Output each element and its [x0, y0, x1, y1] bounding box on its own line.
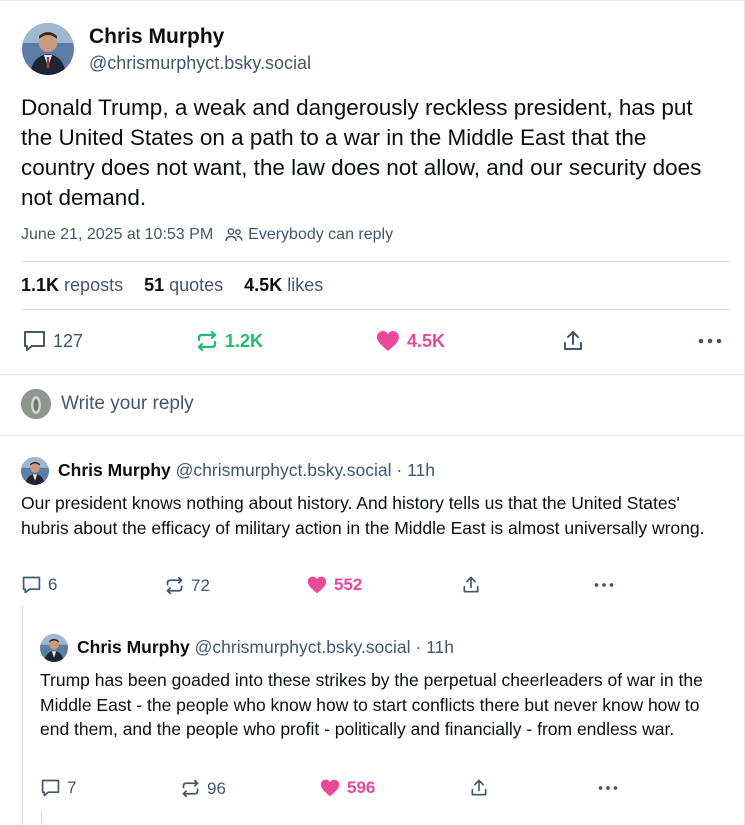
author-name[interactable]: Chris Murphy — [89, 25, 224, 49]
like-count: 596 — [347, 778, 376, 797]
likes-stat[interactable]: 4.5K likes — [244, 275, 323, 296]
reply-header: Chris Murphy @chrismurphyct.bsky.social … — [77, 637, 454, 658]
quotes-label: quotes — [169, 275, 224, 295]
reply-text: Trump has been goaded into these strikes… — [40, 670, 703, 739]
share-icon — [471, 779, 487, 796]
repost-button[interactable]: 1.2K — [195, 329, 263, 353]
reply-button[interactable]: 127 — [22, 329, 83, 353]
avatar[interactable] — [22, 23, 74, 75]
author-handle[interactable]: @chrismurphyct.bsky.social — [89, 53, 311, 74]
share-icon — [564, 331, 582, 350]
heart-icon — [377, 331, 399, 351]
post-stats: 1.1K reposts 51 quotes 4.5K likes — [21, 275, 344, 296]
reposts-label: reposts — [64, 275, 124, 295]
post-time[interactable]: · 11h — [396, 460, 435, 480]
divider — [21, 309, 731, 310]
reply-composer[interactable]: Write your reply — [0, 375, 744, 436]
share-icon — [463, 576, 479, 593]
comment-icon — [41, 779, 60, 797]
like-button[interactable]: 4.5K — [375, 329, 445, 353]
people-icon — [225, 228, 243, 242]
ellipsis-icon — [598, 786, 618, 790]
reposts-stat[interactable]: 1.1K reposts — [21, 275, 123, 296]
like-count: 4.5K — [407, 330, 446, 351]
repost-count: 96 — [207, 778, 226, 798]
like-button[interactable]: 552 — [306, 575, 362, 595]
more-options-button[interactable] — [597, 778, 625, 798]
like-count: 552 — [334, 575, 363, 594]
avatar[interactable] — [40, 634, 68, 662]
post-text: Donald Trump, a weak and dangerously rec… — [21, 95, 702, 210]
divider — [21, 261, 731, 262]
repost-count: 72 — [191, 575, 210, 595]
heart-icon — [320, 779, 340, 797]
comment-icon — [22, 576, 41, 594]
repost-count: 1.2K — [225, 330, 264, 351]
reposts-count: 1.1K — [21, 275, 60, 295]
quotes-stat[interactable]: 51 quotes — [144, 275, 223, 296]
repost-icon — [166, 576, 183, 595]
reply-text: Our president knows nothing about histor… — [21, 493, 705, 538]
author-name[interactable]: Chris Murphy — [58, 460, 171, 480]
thread-reply[interactable]: Chris Murphy @chrismurphyct.bsky.social … — [0, 436, 744, 606]
reply-count: 127 — [53, 330, 84, 351]
main-post: Chris Murphy @chrismurphyct.bsky.social … — [0, 0, 744, 375]
thread-line — [22, 606, 23, 825]
share-button[interactable] — [461, 575, 487, 595]
repost-icon — [197, 330, 217, 352]
post-time[interactable]: · 11h — [415, 637, 454, 657]
share-button[interactable] — [561, 329, 591, 353]
likes-count: 4.5K — [244, 275, 283, 295]
reply-button[interactable]: 7 — [40, 778, 76, 798]
likes-label: likes — [287, 275, 324, 295]
ellipsis-icon — [594, 583, 614, 587]
post-timestamp[interactable]: June 21, 2025 at 10:53 PM — [21, 226, 213, 244]
more-options-button[interactable] — [697, 329, 729, 353]
reply-header: Chris Murphy @chrismurphyct.bsky.social … — [58, 460, 435, 481]
repost-icon — [182, 779, 199, 798]
reply-setting: Everybody can reply — [225, 226, 393, 244]
author-name[interactable]: Chris Murphy — [77, 637, 190, 657]
reply-button[interactable]: 6 — [21, 575, 57, 595]
comment-icon — [24, 331, 45, 351]
author-handle[interactable]: @chrismurphyct.bsky.social — [195, 637, 411, 657]
avatar[interactable] — [21, 457, 49, 485]
more-options-button[interactable] — [593, 575, 621, 595]
quotes-count: 51 — [144, 275, 165, 295]
repost-button[interactable]: 96 — [180, 778, 226, 799]
reply-setting-label: Everybody can reply — [248, 226, 394, 243]
post-meta: June 21, 2025 at 10:53 PM Everybody can … — [21, 226, 393, 244]
share-button[interactable] — [469, 778, 495, 798]
like-button[interactable]: 596 — [319, 778, 375, 798]
reply-count: 7 — [67, 778, 77, 797]
author-handle[interactable]: @chrismurphyct.bsky.social — [176, 460, 392, 480]
ellipsis-icon — [698, 338, 722, 344]
heart-icon — [307, 576, 327, 594]
user-avatar — [21, 389, 51, 419]
thread-reply[interactable]: Chris Murphy @chrismurphyct.bsky.social … — [24, 606, 744, 825]
thread-line — [41, 812, 42, 825]
repost-button[interactable]: 72 — [164, 575, 210, 596]
reply-count: 6 — [48, 575, 58, 594]
reply-input-placeholder[interactable]: Write your reply — [61, 393, 194, 415]
